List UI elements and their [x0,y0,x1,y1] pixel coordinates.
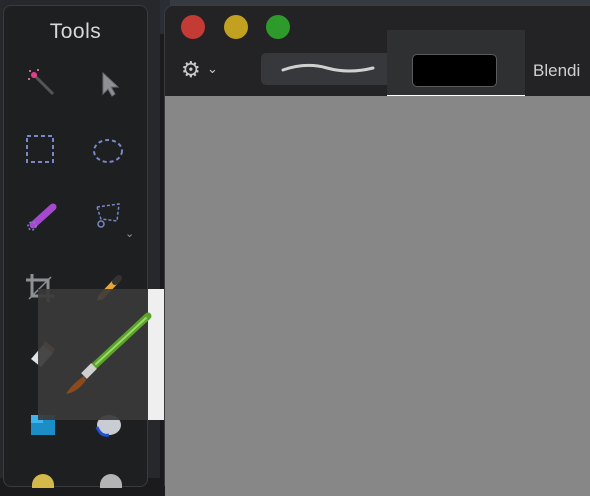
rectangle-select-icon [26,135,54,163]
current-color-swatch[interactable] [412,54,497,87]
eyedropper-icon [27,203,57,231]
color-picker-tool[interactable] [22,196,62,236]
paintbrush-tool[interactable] [60,308,155,408]
chevron-down-icon[interactable]: ⌄ [207,61,218,77]
rect-select-tool[interactable] [20,129,60,169]
magic-wand-icon [28,69,55,96]
minimize-button[interactable] [224,15,248,39]
lasso-tool[interactable] [88,196,128,236]
arrow-cursor-icon [102,71,120,97]
ellipse-select-icon [93,139,123,163]
brush-stroke-button[interactable] [261,53,395,85]
main-window: ⚙ ⌄ Blendi [164,5,590,496]
next-tool-partial-icon[interactable] [32,474,54,488]
next-tool-partial-icon-2[interactable] [100,474,122,488]
lasso-icon [96,203,120,228]
lasso-options-chevron-icon[interactable]: ⌄ [125,227,134,240]
magic-wand-tool[interactable] [22,63,62,103]
tools-title: Tools [49,20,102,43]
ellipse-select-tool[interactable] [88,131,128,171]
gear-icon[interactable]: ⚙ [181,59,201,81]
blending-label[interactable]: Blendi [533,61,580,81]
brush-stroke-icon [281,63,375,73]
zoom-button[interactable] [266,15,290,39]
select-arrow-tool[interactable] [88,63,128,103]
paintbrush-icon [66,312,152,394]
drawing-canvas[interactable] [165,96,590,496]
close-button[interactable] [181,15,205,39]
